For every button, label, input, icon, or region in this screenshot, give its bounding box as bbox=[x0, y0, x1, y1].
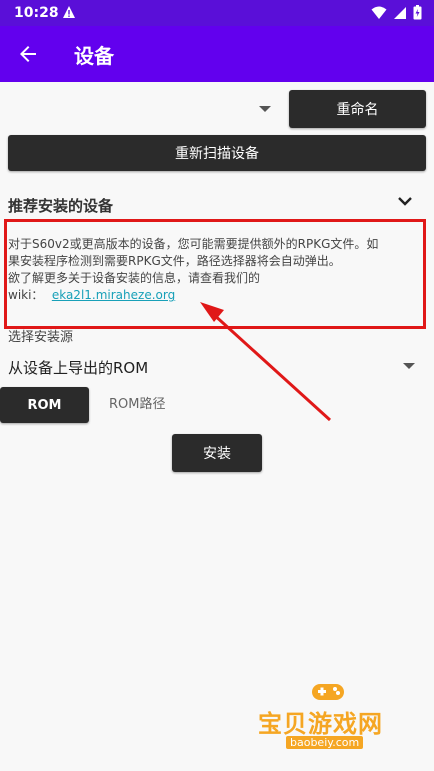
rescan-devices-button[interactable]: 重新扫描设备 bbox=[8, 135, 426, 171]
arrow-left-icon[interactable] bbox=[16, 42, 40, 66]
status-bar: 10:28 bbox=[0, 0, 434, 26]
annotation-highlight-box bbox=[4, 219, 426, 329]
signal-icon bbox=[394, 6, 406, 19]
watermark-title: 宝贝游戏网 bbox=[258, 710, 383, 738]
install-source-dropdown-arrow-icon[interactable] bbox=[403, 363, 415, 369]
watermark-url: baobeiy.com bbox=[286, 736, 364, 749]
gamepad-icon bbox=[312, 684, 344, 700]
install-source-select[interactable]: 从设备上导出的ROM bbox=[8, 357, 148, 378]
status-time: 10:28 bbox=[14, 5, 59, 21]
watermark-logo: 宝贝游戏网 baobeiy.com bbox=[258, 680, 408, 760]
chevron-down-icon[interactable] bbox=[398, 196, 412, 206]
rename-button[interactable]: 重命名 bbox=[289, 90, 426, 128]
app-bar: 设备 bbox=[0, 26, 434, 82]
alert-icon bbox=[63, 6, 75, 18]
rom-path-label: ROM路径 bbox=[109, 397, 166, 412]
rom-button[interactable]: ROM bbox=[0, 387, 89, 423]
recommended-section-title: 推荐安装的设备 bbox=[8, 197, 114, 215]
status-icons bbox=[371, 5, 422, 20]
wifi-icon bbox=[371, 6, 387, 19]
install-button[interactable]: 安装 bbox=[172, 434, 262, 472]
device-dropdown-arrow-icon[interactable] bbox=[259, 106, 271, 112]
page-title: 设备 bbox=[74, 44, 114, 68]
battery-icon bbox=[413, 5, 422, 20]
